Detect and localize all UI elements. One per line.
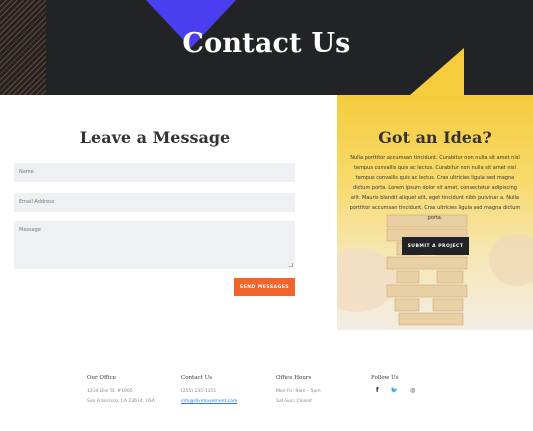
send-message-button[interactable]: SEND MESSAGES <box>234 278 295 296</box>
social-links: f 🐦 ◎ <box>371 387 415 394</box>
footer-contact: Contact Us (255) 235-1351 info@divimovem… <box>181 375 237 407</box>
contact-form-section: Leave a Message Name Email Address Messa… <box>0 95 337 330</box>
message-placeholder: Message <box>19 227 41 233</box>
hours-weekend: Sat-Sun: Closed <box>276 399 312 404</box>
submit-project-button[interactable]: SUBMIT A PROJECT <box>402 237 469 255</box>
name-placeholder: Name <box>19 169 34 175</box>
idea-title: Got an Idea? <box>378 128 492 147</box>
idea-description: Nulla porttitor accumsan tincidunt. Cura… <box>349 155 521 221</box>
social-heading: Follow Us <box>371 375 399 381</box>
email-placeholder: Email Address <box>19 199 55 205</box>
resize-handle[interactable] <box>289 263 293 267</box>
contact-heading: Contact Us <box>181 375 213 381</box>
footer: Our Office 1234 Divi St. #1000 San Franc… <box>0 330 533 431</box>
name-field[interactable]: Name <box>14 163 295 182</box>
hours-weekdays: Mon-Fri: 9am – 5pm <box>276 389 321 394</box>
office-address-line1: 1234 Divi St. #1000 <box>87 389 133 394</box>
message-field[interactable]: Message <box>14 221 295 269</box>
email-field[interactable]: Email Address <box>14 193 295 212</box>
office-address-line2: San Francisco, CA 23614, USA <box>87 399 155 404</box>
instagram-icon[interactable]: ◎ <box>410 387 415 394</box>
twitter-icon[interactable]: 🐦 <box>391 387 398 394</box>
idea-panel: Got an Idea? Nulla porttitor accumsan ti… <box>337 95 533 330</box>
facebook-icon[interactable]: f <box>376 387 379 394</box>
yellow-corner-triangle <box>410 48 464 95</box>
contact-email-link[interactable]: info@divimovement.com <box>181 399 237 404</box>
footer-hours: Office Hours Mon-Fri: 9am – 5pm Sat-Sun:… <box>276 375 321 407</box>
footer-office: Our Office 1234 Divi St. #1000 San Franc… <box>87 375 155 407</box>
hours-heading: Office Hours <box>276 375 312 381</box>
office-heading: Our Office <box>87 375 116 381</box>
contact-phone: (255) 235-1351 <box>181 389 217 394</box>
form-title: Leave a Message <box>79 128 231 147</box>
footer-social: Follow Us f 🐦 ◎ <box>371 375 415 394</box>
